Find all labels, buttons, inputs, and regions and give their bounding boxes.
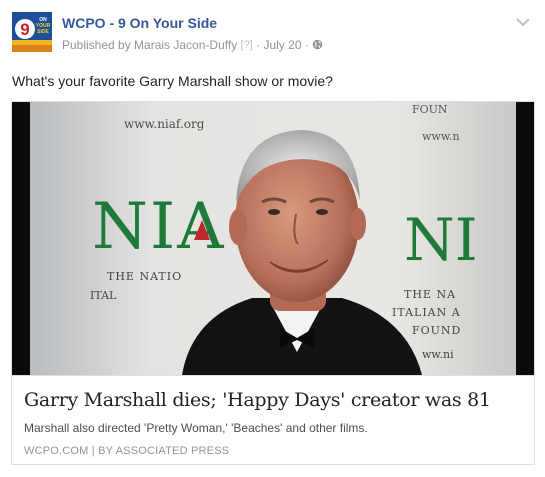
article-headline[interactable]: Garry Marshall dies; 'Happy Days' creato…: [24, 389, 491, 411]
post-header: 9 ON YOUR SIDE WCPO - 9 On Your Side Pub…: [12, 12, 533, 58]
chevron-down-icon[interactable]: [513, 14, 533, 30]
published-by[interactable]: Published by Marais Jacon-Duffy: [62, 38, 237, 52]
wcpo-logo: 9 ON YOUR SIDE: [12, 12, 52, 52]
backdrop-italian-right: ITALIAN A: [392, 306, 461, 319]
meta-separator-2: ·: [304, 37, 309, 52]
article-description: Marshall also directed 'Pretty Woman,' '…: [24, 421, 368, 435]
page-name[interactable]: WCPO - 9 On Your Side: [62, 15, 217, 31]
backdrop-found-top: FOUN: [412, 103, 448, 116]
article-source: WCPO.COM | BY ASSOCIATED PRESS: [24, 445, 230, 457]
card-body[interactable]: Garry Marshall dies; 'Happy Days' creato…: [12, 375, 534, 465]
logo-text-3: SIDE: [37, 29, 49, 35]
backdrop-nation: THE NATIO: [107, 270, 182, 283]
help-marker[interactable]: [?]: [241, 39, 253, 51]
article-photo: www.niaf.org FOUN www.n NIA NI THE NATIO…: [12, 102, 534, 375]
page-avatar[interactable]: 9 ON YOUR SIDE: [12, 12, 52, 52]
post-meta: Published by Marais Jacon-Duffy [?] · Ju…: [62, 37, 323, 52]
post-date[interactable]: July 20: [263, 38, 301, 52]
backdrop-ita: ITAL: [90, 289, 117, 302]
backdrop-url-right: www.n: [422, 130, 460, 143]
link-card[interactable]: www.niaf.org FOUN www.n NIA NI THE NATIO…: [11, 101, 535, 465]
globe-icon[interactable]: [312, 39, 323, 50]
backdrop-url-left: www.niaf.org: [124, 117, 205, 131]
backdrop-na-right: THE NA: [404, 288, 456, 301]
backdrop-big-right: NI: [404, 206, 478, 274]
backdrop-found-right: FOUND: [412, 324, 461, 337]
card-image[interactable]: www.niaf.org FOUN www.n NIA NI THE NATIO…: [12, 102, 534, 375]
meta-separator: ·: [256, 37, 261, 52]
backdrop-big-left: NIA: [92, 190, 226, 264]
logo-number: 9: [20, 20, 29, 39]
backdrop-www-bottom: ww.ni: [422, 348, 454, 361]
post-text: What's your favorite Garry Marshall show…: [12, 73, 333, 89]
